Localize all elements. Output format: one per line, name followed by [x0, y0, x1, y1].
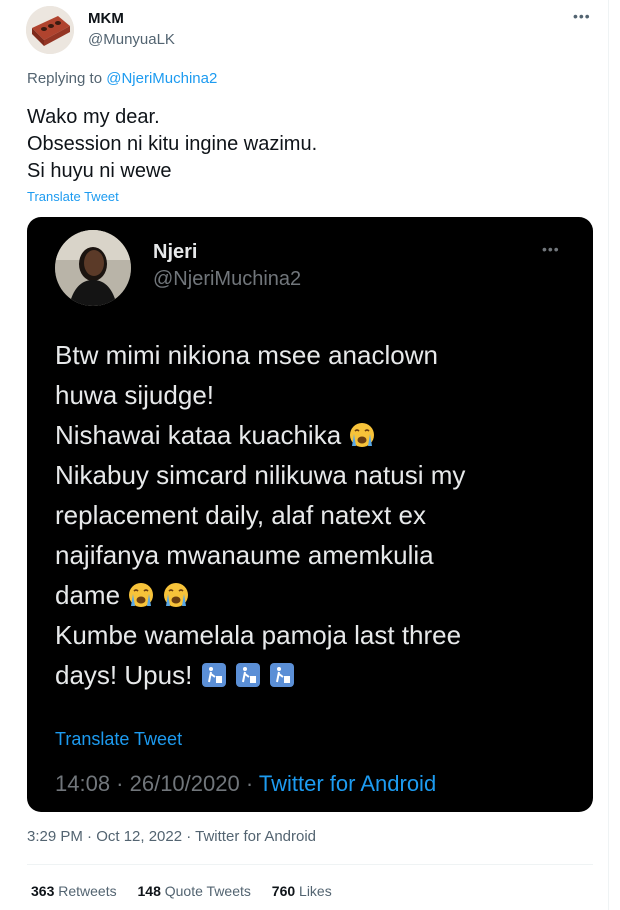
- replying-handle-link[interactable]: @NjeriMuchina2: [106, 70, 217, 87]
- replying-prefix: Replying to: [27, 70, 103, 87]
- screenshot-line: dame: [55, 575, 585, 615]
- screenshot-line: Btw mimi nikiona msee anaclown: [55, 340, 438, 370]
- litter-bin-icon: [201, 663, 226, 687]
- quote-tweets-stat[interactable]: 148 Quote Tweets: [138, 883, 255, 899]
- screenshot-avatar: [55, 230, 131, 306]
- screenshot-time: 14:08 · 26/10/2020 ·: [55, 771, 254, 796]
- tweet-text: Wako my dear. Obsession ni kitu ingine w…: [27, 104, 317, 185]
- screenshot-line-text: dame: [55, 580, 121, 610]
- screenshot-line: Nikabuy simcard nilikuwa natusi my: [55, 460, 466, 490]
- likes-stat[interactable]: 760 Likes: [272, 883, 332, 899]
- screenshot-meta: 14:08 · 26/10/2020 · Twitter for Android: [55, 771, 436, 797]
- replying-to: Replying to @NjeriMuchina2: [27, 70, 217, 87]
- screenshot-line: Kumbe wamelala pamoja last three: [55, 620, 462, 650]
- translate-tweet-link[interactable]: Translate Tweet: [27, 189, 119, 204]
- screenshot-line-text: days! Upus!: [55, 660, 193, 690]
- attached-screenshot[interactable]: Njeri @NjeriMuchina2 ••• Btw mimi nikion…: [27, 217, 593, 812]
- litter-bin-icon: [235, 663, 260, 687]
- quote-tweets-label: Quote Tweets: [164, 883, 251, 899]
- divider: [27, 864, 593, 865]
- screenshot-source: Twitter for Android: [258, 771, 437, 796]
- quote-tweets-count: 148: [137, 883, 161, 899]
- tweet-timestamp[interactable]: 3:29 PM · Oct 12, 2022 · Twitter for And…: [27, 828, 316, 845]
- screenshot-line: replacement daily, alaf natext ex: [55, 500, 426, 530]
- crying-face-icon: [129, 583, 154, 607]
- screenshot-name: Njeri: [153, 241, 198, 263]
- tweet-line: Wako my dear.: [27, 106, 160, 128]
- screenshot-more-icon: •••: [542, 241, 560, 257]
- screenshot-line-text: Nishawai kataa kuachika: [55, 420, 342, 450]
- litter-bin-icon: [270, 663, 294, 687]
- retweets-label: Retweets: [58, 883, 117, 899]
- likes-count: 760: [271, 883, 296, 899]
- more-options-icon[interactable]: •••: [573, 8, 591, 24]
- tweet-line: Si huyu ni wewe: [27, 160, 172, 182]
- crying-face-icon: [163, 583, 188, 607]
- author-avatar[interactable]: [26, 6, 74, 54]
- likes-label: Likes: [299, 883, 332, 899]
- screenshot-line: najifanya mwanaume amemkulia: [55, 540, 434, 570]
- brick-avatar-image: [26, 6, 74, 54]
- screenshot-line: Nishawai kataa kuachika: [55, 415, 585, 455]
- tweet-stats: 363 Retweets 148 Quote Tweets 760 Likes: [31, 883, 349, 899]
- tweet-line: Obsession ni kitu ingine wazimu.: [27, 133, 318, 155]
- retweets-count: 363: [31, 883, 55, 899]
- screenshot-line: days! Upus!: [55, 655, 585, 695]
- screenshot-handle: @NjeriMuchina2: [153, 268, 302, 290]
- crying-face-icon: [350, 423, 375, 447]
- person-photo-image: [55, 230, 131, 306]
- retweets-stat[interactable]: 363 Retweets: [31, 883, 121, 899]
- screenshot-translate-link: Translate Tweet: [55, 729, 183, 749]
- author-handle[interactable]: @MunyuaLK: [88, 31, 175, 48]
- tweet-detail: MKM @MunyuaLK ••• Replying to @NjeriMuch…: [0, 0, 609, 910]
- author-name[interactable]: MKM: [88, 10, 124, 27]
- screenshot-text: Btw mimi nikiona msee anaclown huwa siju…: [55, 335, 585, 695]
- screenshot-line: huwa sijudge!: [55, 380, 214, 410]
